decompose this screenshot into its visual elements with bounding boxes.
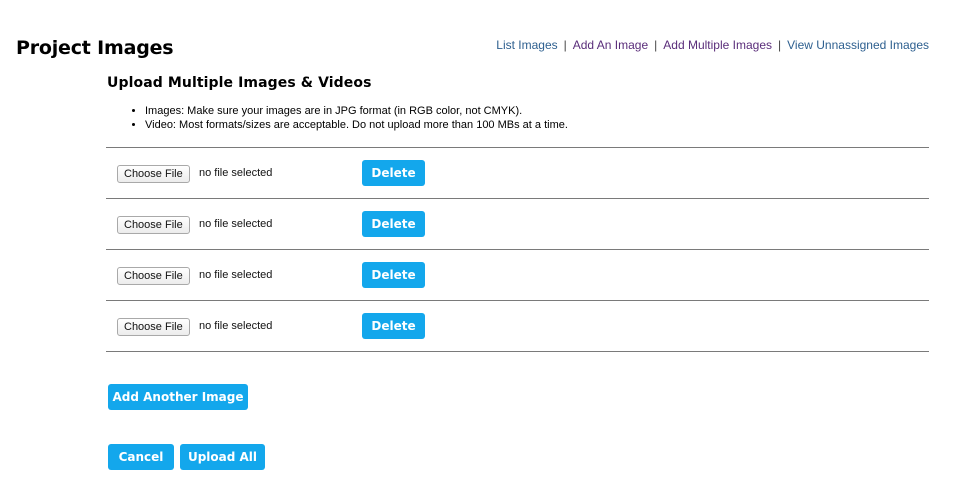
file-row: Choose File no file selected Delete [106,250,929,301]
add-another-image-button[interactable]: Add Another Image [108,384,248,410]
nav-separator: | [778,38,782,52]
delete-button[interactable]: Delete [362,211,425,237]
choose-file-button[interactable]: Choose File [117,318,190,336]
upload-instructions: Images: Make sure your images are in JPG… [107,104,568,132]
choose-file-button[interactable]: Choose File [117,165,190,183]
cancel-button[interactable]: Cancel [108,444,174,470]
nav-link-view-unnassigned-images[interactable]: View Unnassigned Images [787,38,929,52]
upload-all-button[interactable]: Upload All [180,444,265,470]
file-status-text: no file selected [199,320,273,332]
instruction-video: Video: Most formats/sizes are acceptable… [145,118,568,132]
nav-link-add-multiple-images[interactable]: Add Multiple Images [663,38,772,52]
file-status-text: no file selected [199,218,273,230]
choose-file-button[interactable]: Choose File [117,216,190,234]
page-title: Project Images [16,37,174,59]
delete-button[interactable]: Delete [362,262,425,288]
delete-button[interactable]: Delete [362,313,425,339]
instruction-images: Images: Make sure your images are in JPG… [145,104,568,118]
nav-separator: | [563,38,567,52]
nav-link-list-images[interactable]: List Images [496,38,557,52]
top-nav: List Images | Add An Image | Add Multiple Im… [496,38,929,52]
file-row: Choose File no file selected Delete [106,148,929,199]
nav-separator: | [654,38,658,52]
delete-button[interactable]: Delete [362,160,425,186]
nav-link-add-an-image[interactable]: Add An Image [573,38,648,52]
file-status-text: no file selected [199,269,273,281]
upload-section-title: Upload Multiple Images & Videos [107,75,372,91]
file-row: Choose File no file selected Delete [106,199,929,250]
file-row: Choose File no file selected Delete [106,301,929,352]
file-upload-list: Choose File no file selected Delete Choo… [106,147,929,352]
choose-file-button[interactable]: Choose File [117,267,190,285]
file-status-text: no file selected [199,167,273,179]
